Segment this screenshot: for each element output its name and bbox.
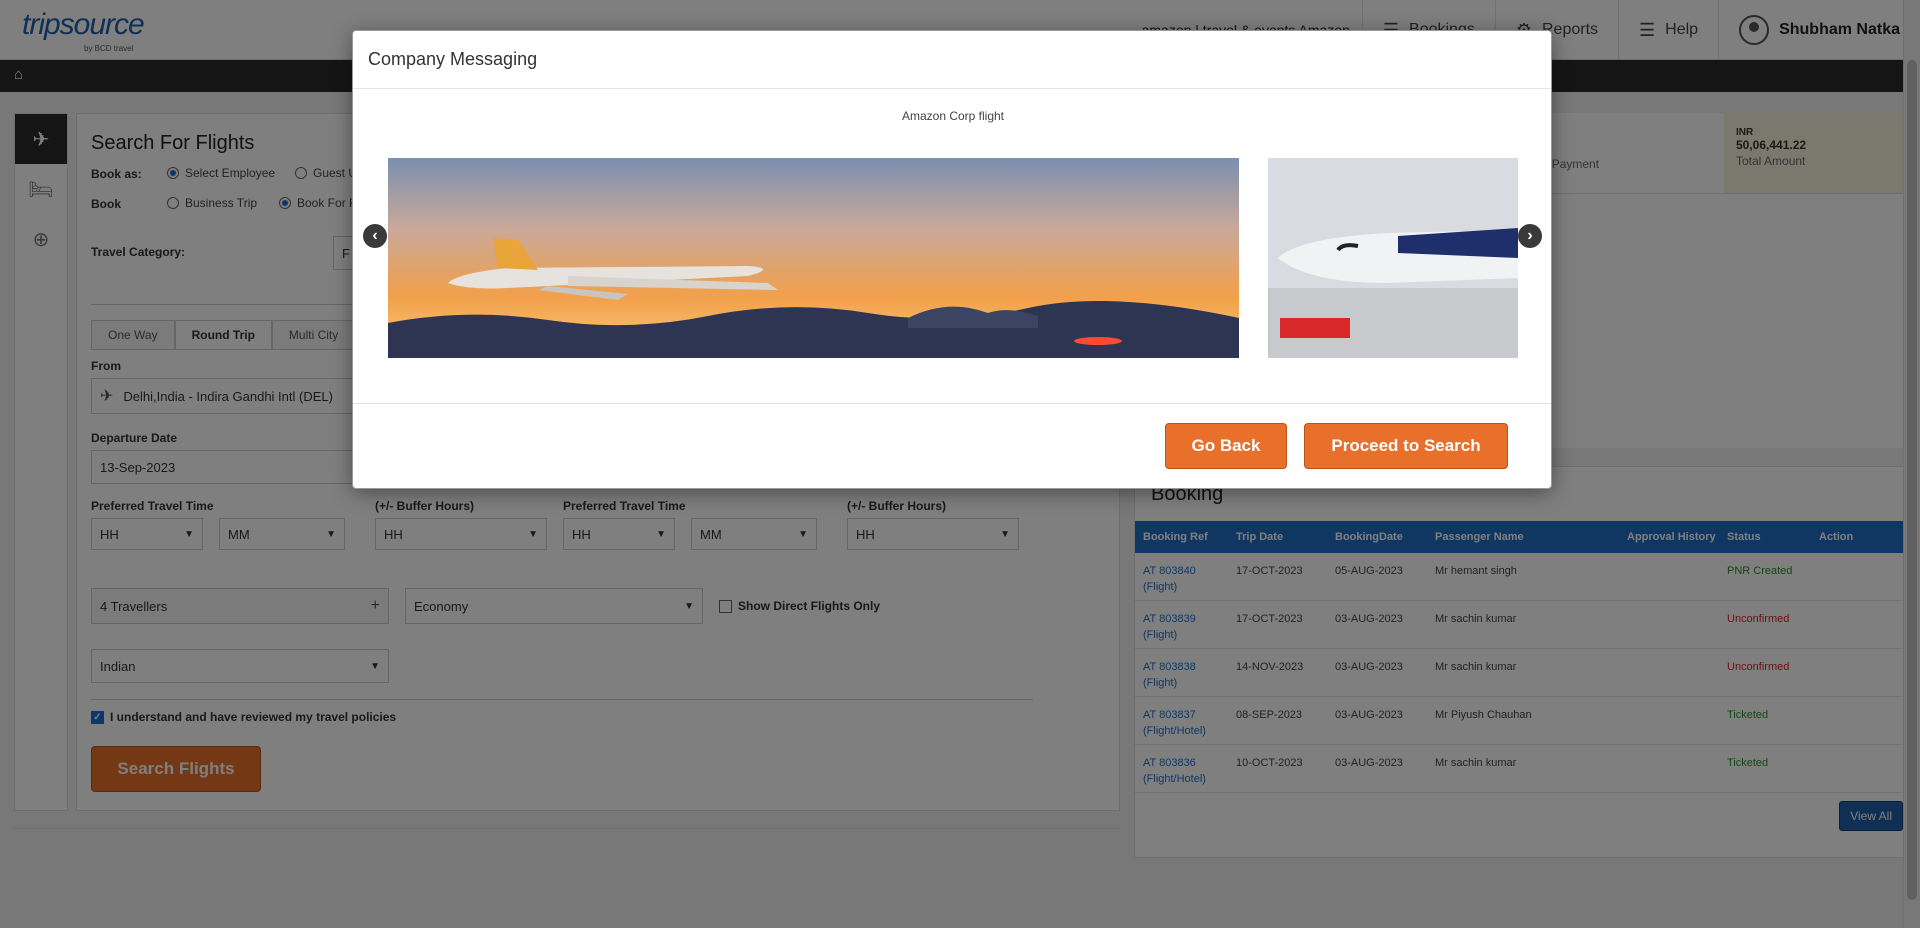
slide-caption: Amazon Corp flight <box>901 109 1005 123</box>
indigo-plane-image <box>1268 158 1518 358</box>
chevron-right-icon[interactable]: › <box>1518 224 1542 248</box>
modal-title: Company Messaging <box>368 49 538 69</box>
company-messaging-modal: Company Messaging Amazon Corp flight ‹ ›… <box>352 30 1552 489</box>
proceed-to-search-button[interactable]: Proceed to Search <box>1304 423 1508 469</box>
go-back-button[interactable]: Go Back <box>1165 423 1287 469</box>
modal-header: Company Messaging <box>353 31 1551 89</box>
chevron-left-icon[interactable]: ‹ <box>363 224 387 248</box>
sunset-plane-image <box>388 158 1239 358</box>
